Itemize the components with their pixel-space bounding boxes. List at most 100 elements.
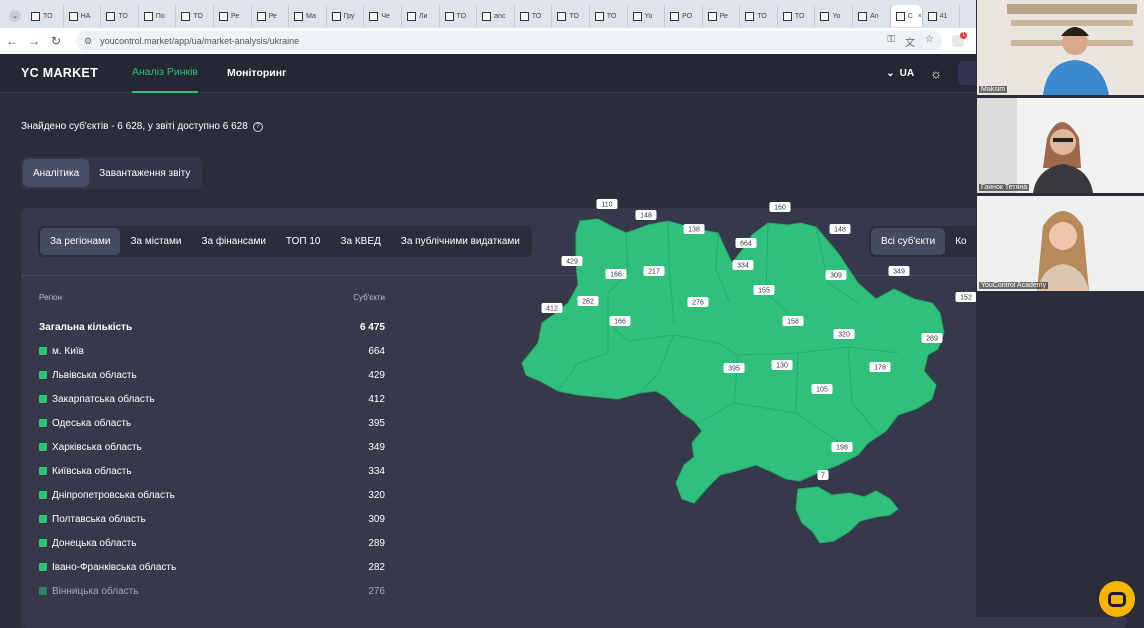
tab-label: Ре: [268, 12, 277, 20]
table-row[interactable]: Львівська область 429: [39, 363, 385, 387]
tab-label: По: [155, 12, 165, 20]
region-count: 664: [368, 345, 385, 357]
table-row[interactable]: Вінницька область 276: [39, 579, 385, 603]
key-icon[interactable]: ⚿: [887, 34, 895, 49]
browser-tab[interactable]: TO: [778, 5, 816, 27]
nav-market-analysis[interactable]: Аналіз Ринків: [132, 54, 199, 93]
browser-tab[interactable]: Yo: [815, 5, 854, 27]
logo[interactable]: YC MARKET: [21, 66, 132, 80]
tab-favicon-icon: [369, 11, 379, 21]
table-row[interactable]: Івано-Франківська область 282: [39, 555, 385, 579]
browser-tab[interactable]: C ×: [890, 5, 923, 27]
help-icon[interactable]: ?: [252, 121, 263, 132]
table-row[interactable]: м. Київ 664: [39, 339, 385, 363]
browser-tab[interactable]: TO: [552, 5, 590, 27]
map-region-count: 309: [830, 273, 842, 280]
browser-tab[interactable]: TO: [740, 5, 778, 27]
tab-favicon-icon: [820, 11, 830, 21]
reload-icon[interactable]: ↻: [50, 34, 62, 48]
theme-sun-icon[interactable]: ☼: [930, 66, 942, 81]
browser-tab[interactable]: TO: [440, 5, 478, 27]
video-tile-participant-3[interactable]: YouControl Academy: [977, 196, 1144, 291]
video-tile-participant-1[interactable]: Maksim: [977, 0, 1144, 95]
forward-icon[interactable]: →: [28, 34, 40, 48]
map-region-count: 334: [737, 263, 749, 270]
translate-icon[interactable]: 文: [905, 34, 915, 49]
browser-tab[interactable]: Ре: [703, 5, 741, 27]
filter-by-finance[interactable]: За фінансами: [191, 228, 275, 255]
tab-analytics[interactable]: Аналітика: [23, 159, 90, 187]
user-menu-button[interactable]: [958, 61, 976, 85]
table-row[interactable]: Харківська область 349: [39, 435, 385, 459]
site-info-icon[interactable]: ⚙: [84, 36, 92, 47]
browser-tab[interactable]: НА: [64, 5, 102, 27]
filter-by-kved[interactable]: За КВЕД: [330, 228, 390, 255]
browser-tab[interactable]: Ли: [402, 5, 440, 27]
browser-tab[interactable]: Ре: [252, 5, 290, 27]
filter-by-cities[interactable]: За містами: [120, 228, 191, 255]
language-selector[interactable]: ⌄ UA: [886, 68, 914, 79]
map-region-count: 130: [776, 363, 788, 370]
browser-tab[interactable]: Гру: [327, 5, 365, 27]
total-value: 6 475: [359, 321, 385, 333]
browser-tab[interactable]: Ma: [289, 5, 327, 27]
browser-tab[interactable]: TO: [101, 5, 139, 27]
map-crimea-shape[interactable]: [795, 486, 899, 544]
legend-swatch: [39, 443, 47, 451]
back-icon[interactable]: ←: [6, 34, 18, 48]
table-row[interactable]: Закарпатська область 412: [39, 387, 385, 411]
tab-label: TO: [794, 12, 805, 20]
found-summary: Знайдено суб'єктів - 6 628, у звіті дост…: [21, 121, 263, 132]
map-region-count: 664: [740, 241, 752, 248]
close-tab-icon[interactable]: ×: [918, 13, 922, 20]
browser-tab[interactable]: По: [139, 5, 177, 27]
participant-name-1: Maksim: [979, 86, 1008, 93]
browser-tab[interactable]: TO: [26, 5, 64, 27]
browser-tab[interactable]: TO: [590, 5, 628, 27]
col-region: Регіон: [39, 293, 62, 302]
tab-favicon-icon: [143, 11, 153, 21]
ukraine-map[interactable]: 110 148 138 160 148 664 334 429 166 217 309 349 412 2…: [498, 173, 998, 617]
language-label: UA: [899, 67, 915, 79]
browser-tab[interactable]: An: [853, 5, 891, 27]
table-row[interactable]: Одеська область 395: [39, 411, 385, 435]
tab-label: An: [870, 12, 879, 20]
browser-tab[interactable]: Ре: [214, 5, 252, 27]
browser-tab[interactable]: Че: [364, 5, 402, 27]
tab-label: TO: [606, 12, 617, 20]
address-bar-row: ← → ↻ ⚙ youcontrol.market/app/ua/market-…: [0, 28, 976, 54]
tab-label: 41: [939, 12, 948, 20]
extension-icon[interactable]: 1: [952, 32, 967, 47]
tab-favicon-icon: [294, 11, 304, 21]
browser-tab[interactable]: TO: [515, 5, 553, 27]
tab-favicon-icon: [782, 11, 792, 21]
video-feed-1: [977, 0, 1144, 95]
extension-badge: 1: [960, 32, 967, 39]
filter-top10[interactable]: ТОП 10: [276, 228, 331, 255]
tab-search-button[interactable]: ⌄: [4, 5, 26, 27]
nav-monitoring[interactable]: Моніторинг: [227, 54, 286, 93]
url-field[interactable]: ⚙ youcontrol.market/app/ua/market-analys…: [76, 31, 942, 51]
chat-support-button[interactable]: [1099, 581, 1135, 617]
star-icon[interactable]: ☆: [925, 34, 934, 49]
video-tile-participant-2[interactable]: Гаянок Тетяна: [977, 98, 1144, 193]
browser-tab[interactable]: 41: [923, 5, 961, 27]
tab-favicon-icon: [895, 11, 905, 21]
view-tabs: Аналітика Завантаження звіту: [21, 157, 203, 189]
tab-favicon-icon: [927, 11, 937, 21]
region-cell: Вінницька область: [39, 586, 138, 597]
browser-tab[interactable]: PO: [665, 5, 703, 27]
table-row[interactable]: Дніпропетровська область 320: [39, 483, 385, 507]
table-row[interactable]: Донецька область 289: [39, 531, 385, 555]
total-row: Загальна кількість 6 475: [39, 315, 385, 339]
table-row[interactable]: Київська область 334: [39, 459, 385, 483]
region-count: 429: [368, 369, 385, 381]
map-region-count: 178: [874, 365, 886, 372]
tab-report-download[interactable]: Завантаження звіту: [89, 159, 200, 187]
browser-tab[interactable]: Yo: [628, 5, 666, 27]
browser-tab[interactable]: anc: [477, 5, 515, 27]
table-row[interactable]: Полтавська область 309: [39, 507, 385, 531]
filter-by-regions[interactable]: За регіонами: [40, 228, 121, 255]
region-count: 320: [368, 489, 385, 501]
browser-tab[interactable]: TO: [176, 5, 214, 27]
